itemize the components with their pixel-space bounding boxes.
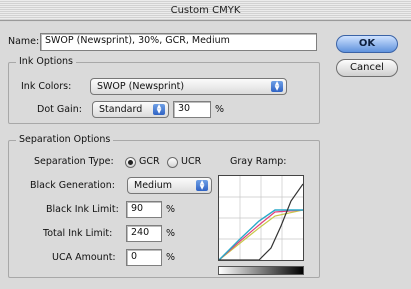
total-ink-limit-unit: % bbox=[166, 228, 176, 239]
black-generation-select[interactable]: Medium ▲ ▼ bbox=[127, 177, 212, 194]
name-label: Name: bbox=[8, 36, 40, 47]
popup-arrows-icon: ▲ ▼ bbox=[153, 104, 165, 115]
gray-ramp-gradient-bar bbox=[218, 266, 304, 275]
black-ink-limit-field[interactable]: 90 bbox=[126, 201, 162, 218]
black-ink-limit-value: 90 bbox=[131, 203, 144, 214]
dot-gain-label: Dot Gain: bbox=[37, 104, 82, 115]
total-ink-limit-field[interactable]: 240 bbox=[126, 225, 162, 242]
ink-colors-value: SWOP (Newsprint) bbox=[97, 81, 185, 92]
uca-amount-label: UCA Amount: bbox=[52, 252, 116, 263]
cancel-button-label: Cancel bbox=[350, 62, 384, 73]
black-generation-label: Black Generation: bbox=[30, 180, 115, 191]
uca-amount-field[interactable]: 0 bbox=[126, 249, 162, 266]
ok-button-label: OK bbox=[358, 38, 376, 49]
gray-ramp-graph bbox=[218, 175, 304, 261]
black-generation-value: Medium bbox=[134, 180, 172, 191]
gcr-radio[interactable] bbox=[125, 157, 136, 168]
name-field[interactable]: SWOP (Newsprint), 30%, GCR, Medium bbox=[40, 33, 317, 51]
ucr-radio[interactable] bbox=[167, 157, 178, 168]
gray-ramp-label: Gray Ramp: bbox=[230, 156, 287, 167]
cancel-button[interactable]: Cancel bbox=[336, 59, 398, 77]
dot-gain-unit: % bbox=[215, 104, 225, 115]
ucr-label: UCR bbox=[181, 156, 202, 167]
dot-gain-mode-value: Standard bbox=[99, 104, 143, 115]
gcr-label: GCR bbox=[139, 156, 160, 167]
uca-amount-value: 0 bbox=[131, 251, 138, 262]
black-ink-limit-label: Black Ink Limit: bbox=[46, 204, 119, 215]
dot-gain-mode-select[interactable]: Standard ▲ ▼ bbox=[92, 101, 169, 118]
total-ink-limit-value: 240 bbox=[131, 227, 150, 238]
uca-amount-unit: % bbox=[166, 252, 176, 263]
dot-gain-field[interactable]: 30 bbox=[173, 101, 211, 118]
dialog-body: Name: SWOP (Newsprint), 30%, GCR, Medium… bbox=[0, 22, 411, 289]
ok-button[interactable]: OK bbox=[336, 35, 398, 53]
ink-colors-label: Ink Colors: bbox=[21, 81, 72, 92]
black-ink-limit-unit: % bbox=[166, 204, 176, 215]
ink-options-legend: Ink Options bbox=[16, 56, 76, 68]
window-title: Custom CMYK bbox=[170, 5, 241, 16]
total-ink-limit-label: Total Ink Limit: bbox=[43, 228, 113, 239]
ink-colors-select[interactable]: SWOP (Newsprint) ▲ ▼ bbox=[90, 78, 287, 95]
name-value: SWOP (Newsprint), 30%, GCR, Medium bbox=[45, 35, 230, 46]
popup-arrows-icon: ▲ ▼ bbox=[196, 180, 208, 191]
title-bar: Custom CMYK bbox=[0, 0, 411, 21]
separation-options-legend: Separation Options bbox=[16, 134, 114, 146]
dot-gain-value: 30 bbox=[178, 103, 191, 114]
gray-ramp-curves bbox=[218, 176, 304, 261]
popup-arrows-icon: ▲ ▼ bbox=[271, 81, 283, 92]
separation-type-label: Separation Type: bbox=[34, 156, 114, 167]
